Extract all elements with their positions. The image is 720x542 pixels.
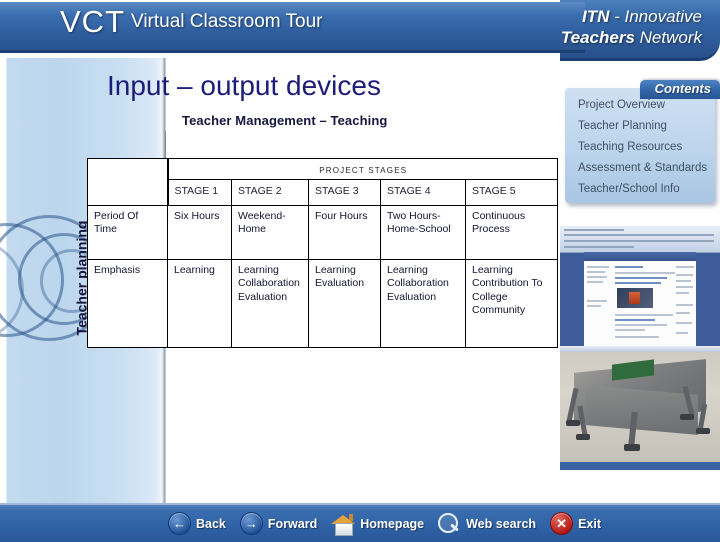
row-label-period-of-time: Period Of Time — [87, 204, 168, 260]
magnifier-icon — [438, 513, 461, 534]
vct-logo: VCT — [60, 4, 125, 39]
stage-header-2: STAGE 2 — [231, 179, 309, 206]
browser-screenshot-thumbnail — [560, 226, 720, 346]
exit-button-label: Exit — [578, 516, 601, 531]
itn-brand-bold-1: ITN — [582, 7, 610, 26]
cell-emphasis-stage-1: Learning — [167, 258, 232, 348]
project-stages-table: PROJECT STAGES STAGE 1 STAGE 2 STAGE 3 S… — [87, 157, 559, 348]
cell-period-stage-2: Weekend-Home — [231, 204, 309, 260]
bottom-navigation-bar: ← Back → Forward Homepage Web search ✕ E… — [0, 503, 720, 542]
browser-page-graphic — [584, 252, 696, 346]
contents-item-assessment-standards[interactable]: Assessment & Standards — [578, 162, 707, 174]
project-stages-banner: PROJECT STAGES — [166, 157, 559, 181]
arrow-left-icon: ← — [168, 512, 191, 535]
itn-brand-line-1: ITN - Innovative — [582, 7, 702, 27]
forward-button-label: Forward — [267, 516, 318, 531]
back-button-label: Back — [196, 516, 226, 531]
page-subtitle: Teacher Management – Teaching — [182, 113, 388, 128]
homepage-button[interactable]: Homepage — [331, 513, 425, 536]
stage-header-4: STAGE 4 — [380, 179, 466, 206]
contents-item-teacher-planning[interactable]: Teacher Planning — [578, 120, 667, 132]
contents-item-project-overview[interactable]: Project Overview — [578, 99, 665, 111]
itn-brand-rest-2: Network — [634, 28, 702, 47]
cell-emphasis-stage-5: Learning Contribution To College Communi… — [464, 258, 559, 348]
itn-brand-rest-1: - Innovative — [609, 7, 702, 26]
homepage-button-label: Homepage — [360, 516, 425, 531]
contents-item-teacher-school-info[interactable]: Teacher/School Info — [578, 183, 680, 195]
web-search-button-label: Web search — [466, 516, 537, 531]
cell-emphasis-stage-2: Learning Collaboration Evaluation — [231, 258, 309, 348]
table-corner-cell — [87, 158, 169, 206]
vct-logo-subtitle: Virtual Classroom Tour — [131, 11, 323, 32]
contents-tab-label: Contents — [654, 81, 711, 96]
table-row: Period Of Time Six Hours Weekend-Home Fo… — [87, 204, 559, 260]
cell-period-stage-3: Four Hours — [308, 204, 381, 260]
photo-bottom-edge — [560, 462, 720, 470]
itn-brand-bold-2: Teachers — [560, 28, 635, 47]
cell-period-stage-1: Six Hours — [167, 204, 232, 260]
robot-photo-thumbnail — [560, 346, 720, 470]
cell-emphasis-stage-4: Learning Collaboration Evaluation — [380, 258, 466, 348]
cell-emphasis-stage-3: Learning Evaluation — [308, 258, 381, 348]
exit-button[interactable]: ✕ Exit — [550, 512, 601, 535]
stage-header-5: STAGE 5 — [464, 179, 559, 206]
row-label-emphasis: Emphasis — [87, 258, 168, 348]
table-banner-row: PROJECT STAGES — [87, 157, 559, 206]
app-header: VCT Virtual Classroom Tour ITN - Innovat… — [0, 0, 720, 61]
contents-tab[interactable]: Contents — [640, 80, 720, 99]
back-button[interactable]: ← Back — [168, 512, 226, 535]
house-icon — [331, 513, 356, 536]
close-x-icon: ✕ — [550, 512, 574, 535]
cell-period-stage-5: Continuous Process — [464, 204, 559, 260]
arrow-right-icon: → — [239, 512, 263, 535]
stage-header-3: STAGE 3 — [308, 179, 381, 206]
cell-period-stage-4: Two Hours-Home-School — [380, 204, 466, 260]
page-title: Input – output devices — [107, 70, 381, 101]
stage-header-1: STAGE 1 — [167, 179, 232, 206]
forward-button[interactable]: → Forward — [239, 512, 318, 535]
page-banner-graphic — [584, 252, 696, 261]
contents-item-teaching-resources[interactable]: Teaching Resources — [578, 141, 682, 153]
bottom-nav-items: ← Back → Forward Homepage Web search ✕ E… — [168, 505, 609, 542]
contents-panel: Project Overview Teacher Planning Teachi… — [565, 88, 715, 203]
web-search-button[interactable]: Web search — [438, 513, 536, 534]
page-image-graphic — [617, 288, 653, 308]
browser-chrome-graphic — [560, 226, 720, 253]
table-row: Emphasis Learning Learning Collaboration… — [87, 258, 559, 348]
itn-brand-line-2: Teachers Network — [561, 28, 702, 48]
